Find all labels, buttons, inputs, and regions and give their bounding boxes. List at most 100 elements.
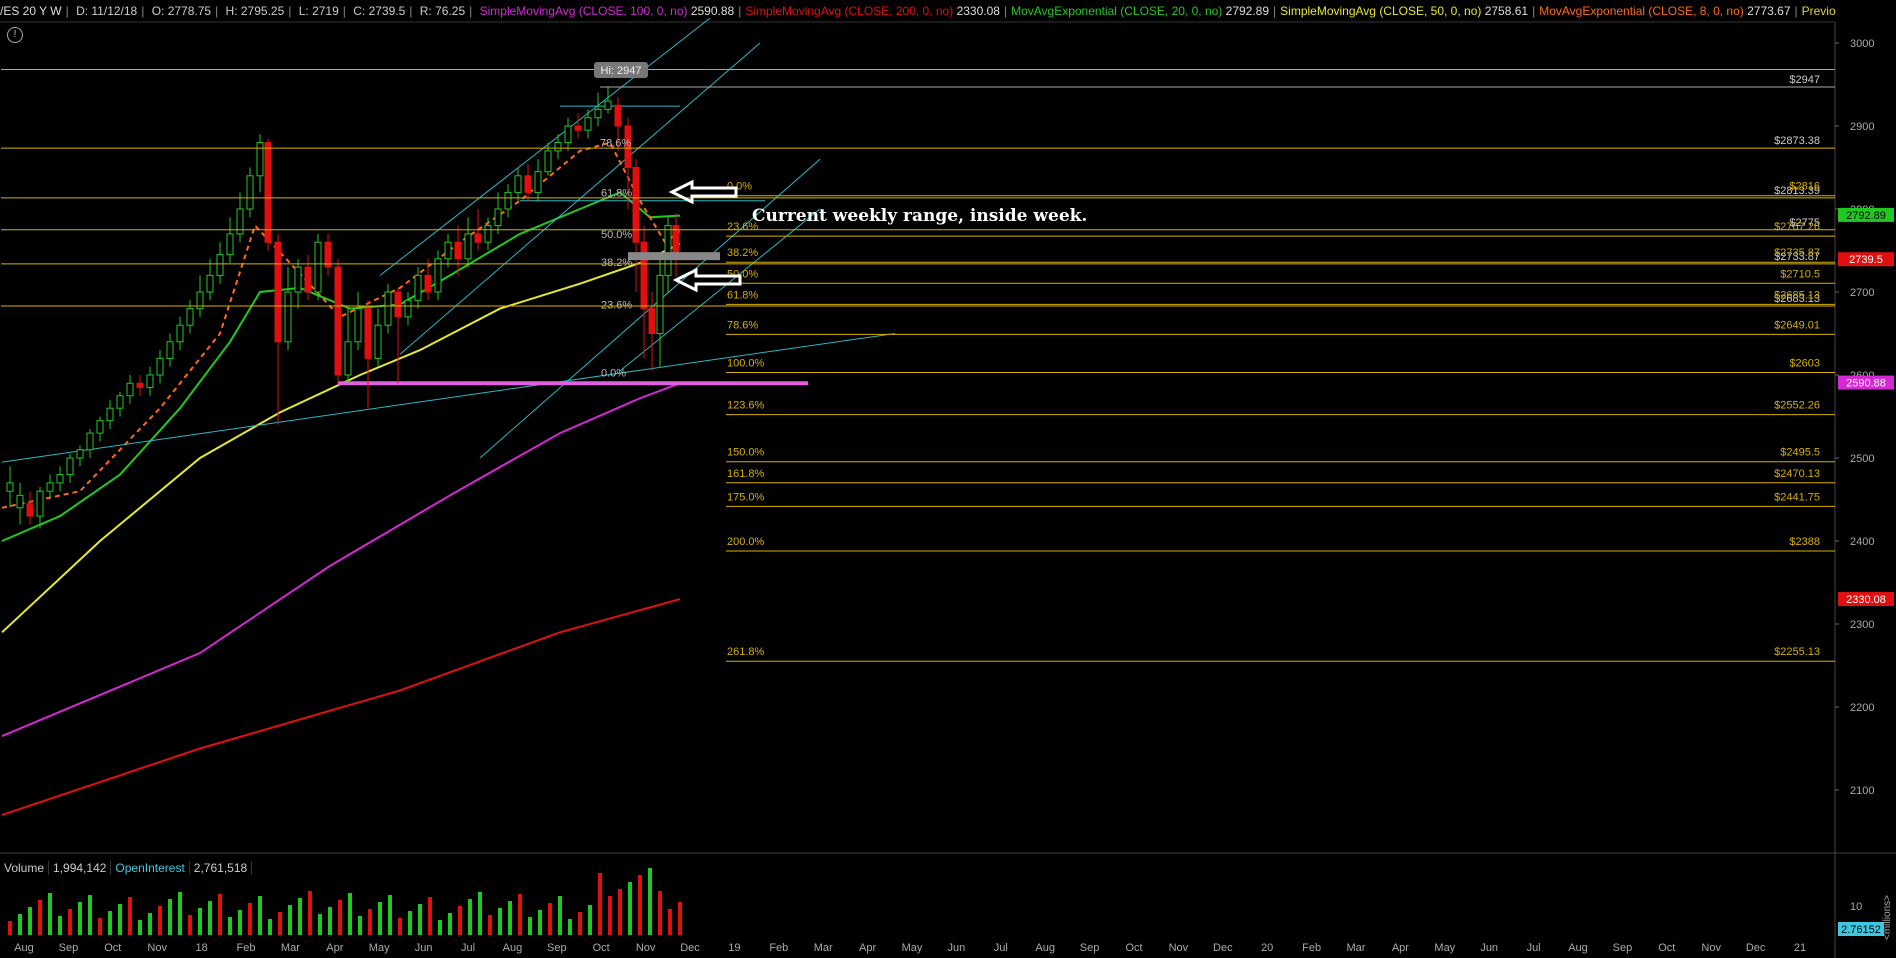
high-label: H: 2795.25 — [225, 4, 285, 18]
candle-body — [156, 357, 164, 376]
candle-body — [16, 494, 24, 509]
volume-bar — [598, 873, 602, 935]
candle-body — [6, 482, 14, 492]
price-badge-label: 2792.89 — [1846, 210, 1886, 222]
candle-body — [26, 503, 34, 517]
candle-body — [136, 382, 144, 388]
candle-body — [504, 191, 512, 210]
volume-bar — [198, 908, 202, 935]
chart-header: /ES 20 Y W | D: 11/12/18 | O: 2778.75 | H: … — [0, 0, 1836, 22]
fib-pct-label: 61.8% — [727, 289, 758, 301]
study-label[interactable]: MovAvgExponential (CLOSE, 20, 0, no) — [1011, 4, 1226, 18]
volume-bar — [98, 918, 102, 935]
volume-bar — [328, 907, 332, 935]
candle-body — [46, 482, 54, 492]
x-tick-label: Dec — [1213, 942, 1233, 954]
oi-label[interactable]: OpenInterest — [111, 861, 190, 875]
x-tick-label: Apr — [326, 942, 343, 954]
volume-value: 1,994,142 — [49, 861, 112, 875]
y-tick-label: 2200 — [1850, 702, 1874, 714]
y-tick-label: 2100 — [1850, 785, 1874, 797]
candle-body — [126, 382, 134, 397]
volume-bar — [88, 895, 92, 935]
fib-pct-label: 50.0% — [727, 268, 758, 280]
y-tick-label: 2300 — [1850, 619, 1874, 631]
volume-bar — [28, 907, 32, 935]
volume-bar — [188, 915, 192, 935]
volume-label[interactable]: Volume — [0, 861, 50, 875]
candle-body — [544, 150, 552, 173]
volume-bar — [448, 913, 452, 935]
price-badge-label: 2330.08 — [1846, 594, 1886, 606]
study-label[interactable]: SimpleMovingAvg (CLOSE, 200, 0, no) — [745, 4, 956, 18]
candle-body — [564, 125, 572, 144]
volume-bar — [658, 891, 662, 935]
x-tick-label: Aug — [503, 942, 523, 954]
x-tick-label: Nov — [1169, 942, 1189, 954]
fib-price-label: $2388 — [1789, 536, 1820, 548]
volume-bar — [378, 902, 382, 935]
candle-body — [96, 420, 104, 434]
study-value: 2758.61 — [1484, 4, 1529, 18]
x-tick-label: 21 — [1794, 942, 1806, 954]
x-tick-label: Feb — [769, 942, 788, 954]
volume-bar — [468, 899, 472, 935]
volume-badge-label: 2.76152 — [1841, 924, 1881, 936]
channel-line — [379, 17, 711, 276]
candle-body — [66, 457, 74, 476]
volume-bar — [18, 914, 22, 935]
candle-body — [334, 266, 342, 376]
candle-body — [274, 241, 282, 343]
volume-bar — [438, 920, 442, 935]
sma100-line — [1, 382, 681, 737]
y-tick-label: 3000 — [1850, 38, 1874, 50]
candle-body — [648, 308, 656, 335]
range-label: R: 76.25 — [419, 4, 466, 18]
symbol-label[interactable]: /ES 20 Y W — [0, 4, 62, 18]
candle-body — [56, 474, 64, 484]
candle-body — [534, 171, 542, 193]
x-tick-label: Aug — [1035, 942, 1055, 954]
hi-label: Hi: 2947 — [601, 65, 642, 77]
study-label[interactable]: MovAvgExponential (CLOSE, 8, 0, no) — [1539, 4, 1747, 18]
candle-body — [584, 117, 592, 131]
volume-bar — [248, 903, 252, 935]
alert-icon[interactable]: ! — [7, 27, 23, 43]
study-label[interactable]: SimpleMovingAvg (CLOSE, 100, 0, no) — [480, 4, 691, 18]
volume-bar — [8, 921, 12, 935]
study-label[interactable]: SimpleMovingAvg (CLOSE, 50, 0, no) — [1280, 4, 1485, 18]
volume-bar — [258, 896, 262, 935]
candle-body — [524, 175, 532, 193]
candle-body — [324, 241, 332, 268]
x-tick-label: May — [369, 942, 390, 954]
x-tick-label: Jul — [994, 942, 1008, 954]
candle-body — [36, 490, 44, 517]
price-chart[interactable]: 3000290028002700260025002400230022002100… — [0, 0, 1896, 958]
x-tick-label: Feb — [237, 942, 256, 954]
volume-bar — [138, 920, 142, 935]
study-value: 2590.88 — [690, 4, 735, 18]
candle-body — [294, 266, 302, 293]
candle-body — [414, 274, 422, 301]
x-tick-label: Jul — [461, 942, 475, 954]
volume-bar — [388, 895, 392, 935]
fib-price-label: $2441.75 — [1774, 491, 1820, 503]
x-tick-label: Sep — [1080, 942, 1100, 954]
fib-price-label: $2649.01 — [1774, 319, 1820, 331]
volume-bar — [358, 916, 362, 935]
study-label[interactable]: Previousclose (DAY, 1, -1, yes) — [1802, 4, 1836, 18]
volume-bar — [48, 893, 52, 935]
candle-body — [484, 225, 492, 243]
volume-bar — [418, 904, 422, 935]
candle-body — [86, 432, 94, 451]
volume-bar — [318, 914, 322, 935]
study-list: SimpleMovingAvg (CLOSE, 100, 0, no) 2590… — [480, 4, 1836, 18]
x-tick-label: Feb — [1302, 942, 1321, 954]
fib-retrace-label: 23.6% — [601, 299, 632, 311]
fib-price-label: $2603 — [1789, 358, 1820, 370]
fib-price-label: $2767.26 — [1774, 221, 1820, 233]
volume-bar — [208, 901, 212, 935]
candle-body — [514, 175, 522, 193]
x-tick-label: Mar — [281, 942, 300, 954]
x-tick-label: May — [902, 942, 923, 954]
